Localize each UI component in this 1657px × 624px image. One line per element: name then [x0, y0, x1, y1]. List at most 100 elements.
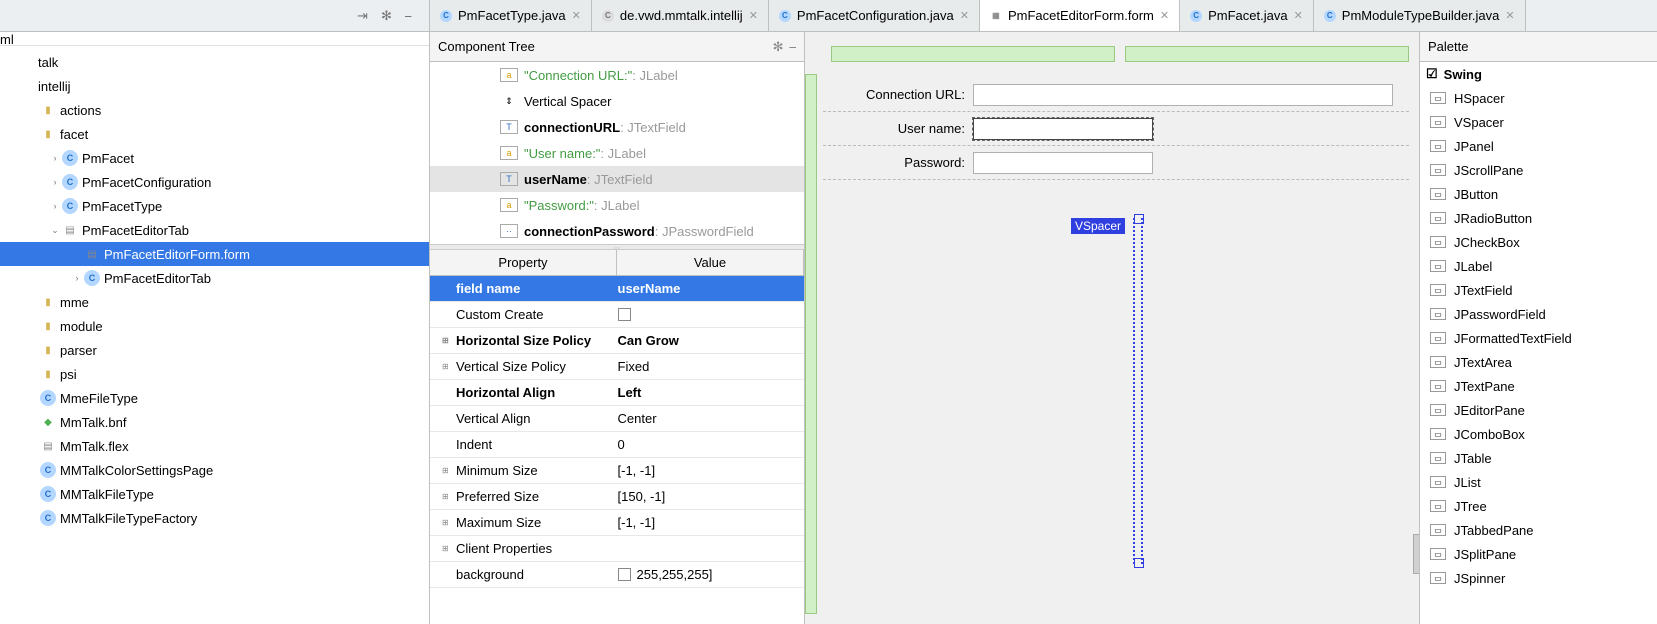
property-row[interactable]: ⊞Horizontal Size PolicyCan Grow: [430, 328, 804, 354]
hide-icon[interactable]: ⎯: [790, 39, 797, 55]
project-tree-node[interactable]: ▮mme: [0, 290, 429, 314]
property-row[interactable]: Vertical AlignCenter: [430, 406, 804, 432]
component-tree-node[interactable]: ⇕Vertical Spacer: [430, 88, 804, 114]
close-icon[interactable]: ✕: [1294, 9, 1303, 22]
form-designer[interactable]: Connection URL: User name: Password: VSpace…: [805, 32, 1419, 624]
expand-icon[interactable]: ⊞: [442, 544, 452, 553]
palette-item[interactable]: ▭HSpacer: [1420, 86, 1657, 110]
project-tree-node[interactable]: ▤PmFacetEditorForm.form: [0, 242, 429, 266]
property-row[interactable]: ⊞Vertical Size PolicyFixed: [430, 354, 804, 380]
checkbox[interactable]: [618, 308, 631, 321]
editor-tab[interactable]: CPmFacetConfiguration.java✕: [769, 0, 980, 31]
palette-item[interactable]: ▭JTextField: [1420, 278, 1657, 302]
project-tree-node[interactable]: CMmeFileType: [0, 386, 429, 410]
component-tree-node[interactable]: a"Connection URL:" : JLabel: [430, 62, 804, 88]
close-icon[interactable]: ✕: [749, 9, 758, 22]
form-textfield[interactable]: [973, 152, 1153, 174]
component-tree-node[interactable]: ··connectionPassword : JPasswordField: [430, 218, 804, 244]
vspacer-label[interactable]: VSpacer: [1071, 218, 1125, 234]
expand-icon[interactable]: ⊞: [442, 492, 452, 501]
color-swatch[interactable]: [618, 568, 631, 581]
scrollbar-handle[interactable]: [1413, 534, 1419, 574]
project-tree-node[interactable]: ▮module: [0, 314, 429, 338]
project-tree-node[interactable]: ›CPmFacetEditorTab: [0, 266, 429, 290]
expand-icon[interactable]: ⊞: [442, 362, 452, 371]
editor-tab[interactable]: Cde.vwd.mmtalk.intellij✕: [592, 0, 769, 31]
property-row[interactable]: background255,255,255]: [430, 562, 804, 588]
palette-item[interactable]: ▭JScrollPane: [1420, 158, 1657, 182]
component-tree-node[interactable]: TuserName : JTextField: [430, 166, 804, 192]
close-icon[interactable]: ✕: [1160, 9, 1169, 22]
expand-arrow-icon[interactable]: ›: [70, 273, 84, 283]
component-tree[interactable]: a"Connection URL:" : JLabel⇕Vertical Spa…: [430, 62, 804, 244]
property-row[interactable]: ⊞Client Properties: [430, 536, 804, 562]
palette-group-swing[interactable]: ☑ Swing: [1420, 62, 1657, 86]
palette-item[interactable]: ▭JCheckBox: [1420, 230, 1657, 254]
project-tree-node[interactable]: ◆MmTalk.bnf: [0, 410, 429, 434]
property-row[interactable]: ⊞Preferred Size[150, -1]: [430, 484, 804, 510]
palette-item[interactable]: ▭JPanel: [1420, 134, 1657, 158]
palette-item[interactable]: ▭JSplitPane: [1420, 542, 1657, 566]
form-textfield[interactable]: [973, 84, 1393, 106]
form-label[interactable]: Connection URL:: [823, 87, 973, 102]
project-tree-node[interactable]: CMMTalkFileType: [0, 482, 429, 506]
project-tree-node[interactable]: ▮actions: [0, 98, 429, 122]
form-label[interactable]: Password:: [823, 155, 973, 170]
property-row[interactable]: Custom Create: [430, 302, 804, 328]
project-tree-node[interactable]: ›CPmFacet: [0, 146, 429, 170]
gear-icon[interactable]: ✻: [381, 8, 397, 24]
palette-item[interactable]: ▭JLabel: [1420, 254, 1657, 278]
properties-table[interactable]: field nameuserNameCustom Create⊞Horizont…: [430, 276, 804, 588]
project-tree-node[interactable]: ▮facet: [0, 122, 429, 146]
hide-icon[interactable]: ⎯: [405, 8, 421, 24]
project-tree-node[interactable]: talk: [0, 50, 429, 74]
expand-icon[interactable]: ⊞: [442, 466, 452, 475]
palette-item[interactable]: ▭JTabbedPane: [1420, 518, 1657, 542]
project-tree-node[interactable]: ▮psi: [0, 362, 429, 386]
palette-item[interactable]: ▭VSpacer: [1420, 110, 1657, 134]
property-row[interactable]: field nameuserName: [430, 276, 804, 302]
vspacer-component[interactable]: [1133, 218, 1143, 564]
palette-item[interactable]: ▭JTable: [1420, 446, 1657, 470]
project-tree-node[interactable]: ›CPmFacetType: [0, 194, 429, 218]
form-row[interactable]: User name:: [823, 112, 1409, 146]
palette-item[interactable]: ▭JEditorPane: [1420, 398, 1657, 422]
palette-item[interactable]: ▭JTree: [1420, 494, 1657, 518]
project-tree-node[interactable]: intellij: [0, 74, 429, 98]
palette-item[interactable]: ▭JComboBox: [1420, 422, 1657, 446]
property-row[interactable]: ⊞Minimum Size[-1, -1]: [430, 458, 804, 484]
close-icon[interactable]: ✕: [572, 9, 581, 22]
palette-item[interactable]: ▭JTextArea: [1420, 350, 1657, 374]
form-row[interactable]: Password:: [823, 146, 1409, 180]
editor-tab[interactable]: CPmModuleTypeBuilder.java✕: [1314, 0, 1526, 31]
form-label[interactable]: User name:: [823, 121, 973, 136]
project-tree-node[interactable]: ▮parser: [0, 338, 429, 362]
palette-item[interactable]: ▭JButton: [1420, 182, 1657, 206]
palette-item[interactable]: ▭JList: [1420, 470, 1657, 494]
project-tree-node[interactable]: ›CPmFacetConfiguration: [0, 170, 429, 194]
form-textfield[interactable]: [973, 118, 1153, 140]
project-tree-node[interactable]: ⌄▤PmFacetEditorTab: [0, 218, 429, 242]
expand-icon[interactable]: ⊞: [442, 336, 452, 345]
project-tree-node[interactable]: CMMTalkColorSettingsPage: [0, 458, 429, 482]
collapse-icon[interactable]: ⇥: [357, 8, 373, 24]
property-row[interactable]: Horizontal AlignLeft: [430, 380, 804, 406]
component-tree-node[interactable]: a"User name:" : JLabel: [430, 140, 804, 166]
expand-arrow-icon[interactable]: ›: [48, 153, 62, 163]
project-tree-node[interactable]: CMMTalkFileTypeFactory: [0, 506, 429, 530]
close-icon[interactable]: ✕: [960, 9, 969, 22]
gear-icon[interactable]: ✻: [773, 39, 784, 55]
property-row[interactable]: ⊞Maximum Size[-1, -1]: [430, 510, 804, 536]
property-row[interactable]: Indent0: [430, 432, 804, 458]
project-tree-node[interactable]: ▤MmTalk.flex: [0, 434, 429, 458]
expand-arrow-icon[interactable]: ⌄: [48, 225, 62, 236]
editor-tab[interactable]: CPmFacet.java✕: [1180, 0, 1314, 31]
palette-item[interactable]: ▭JFormattedTextField: [1420, 326, 1657, 350]
palette-item[interactable]: ▭JPasswordField: [1420, 302, 1657, 326]
palette-item[interactable]: ▭JTextPane: [1420, 374, 1657, 398]
editor-tab[interactable]: ▦PmFacetEditorForm.form✕: [980, 0, 1180, 31]
form-row[interactable]: Connection URL:: [823, 78, 1409, 112]
palette-item[interactable]: ▭JRadioButton: [1420, 206, 1657, 230]
component-tree-node[interactable]: a"Password:" : JLabel: [430, 192, 804, 218]
palette-item[interactable]: ▭JSpinner: [1420, 566, 1657, 590]
